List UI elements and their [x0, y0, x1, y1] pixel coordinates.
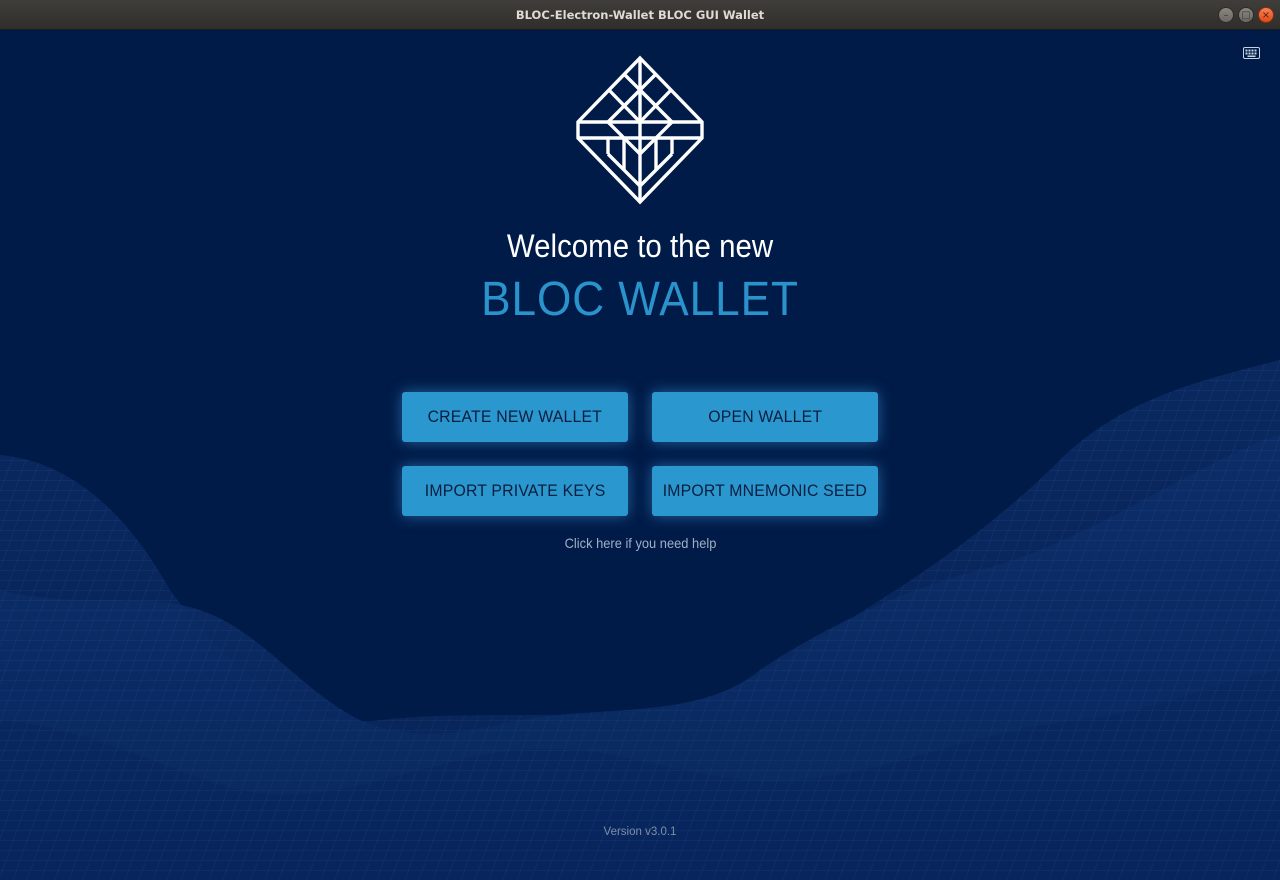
welcome-heading: Welcome to the new [506, 228, 774, 264]
import-private-keys-label: IMPORT PRIVATE KEYS [424, 481, 606, 500]
open-wallet-label: OPEN WALLET [708, 407, 822, 426]
window-title: BLOC-Electron-Wallet BLOC GUI Wallet [515, 8, 765, 22]
bloc-diamond-logo [576, 55, 704, 205]
welcome-screen: Welcome to the new BLOC WALLET CREATE NE… [0, 30, 1280, 880]
maximize-icon[interactable]: □ [1238, 7, 1254, 23]
close-icon[interactable]: × [1258, 7, 1274, 23]
version-label: Version v3.0.1 [603, 826, 677, 838]
title-bar[interactable]: BLOC-Electron-Wallet BLOC GUI Wallet – □… [0, 0, 1280, 30]
app-window: BLOC-Electron-Wallet BLOC GUI Wallet – □… [0, 0, 1280, 880]
create-new-wallet-label: CREATE NEW WALLET [427, 407, 603, 426]
import-private-keys-button[interactable]: IMPORT PRIVATE KEYS [402, 466, 628, 516]
open-wallet-button[interactable]: OPEN WALLET [652, 392, 878, 442]
keyboard-icon[interactable] [1243, 47, 1260, 59]
brand-title: BLOC WALLET [481, 273, 799, 326]
minimize-icon[interactable]: – [1218, 7, 1234, 23]
help-link[interactable]: Click here if you need help [0, 535, 1280, 551]
help-link-text[interactable]: Click here if you need help [564, 535, 716, 551]
create-new-wallet-button[interactable]: CREATE NEW WALLET [402, 392, 628, 442]
import-mnemonic-seed-button[interactable]: IMPORT MNEMONIC SEED [652, 466, 878, 516]
import-mnemonic-seed-label: IMPORT MNEMONIC SEED [662, 481, 868, 500]
